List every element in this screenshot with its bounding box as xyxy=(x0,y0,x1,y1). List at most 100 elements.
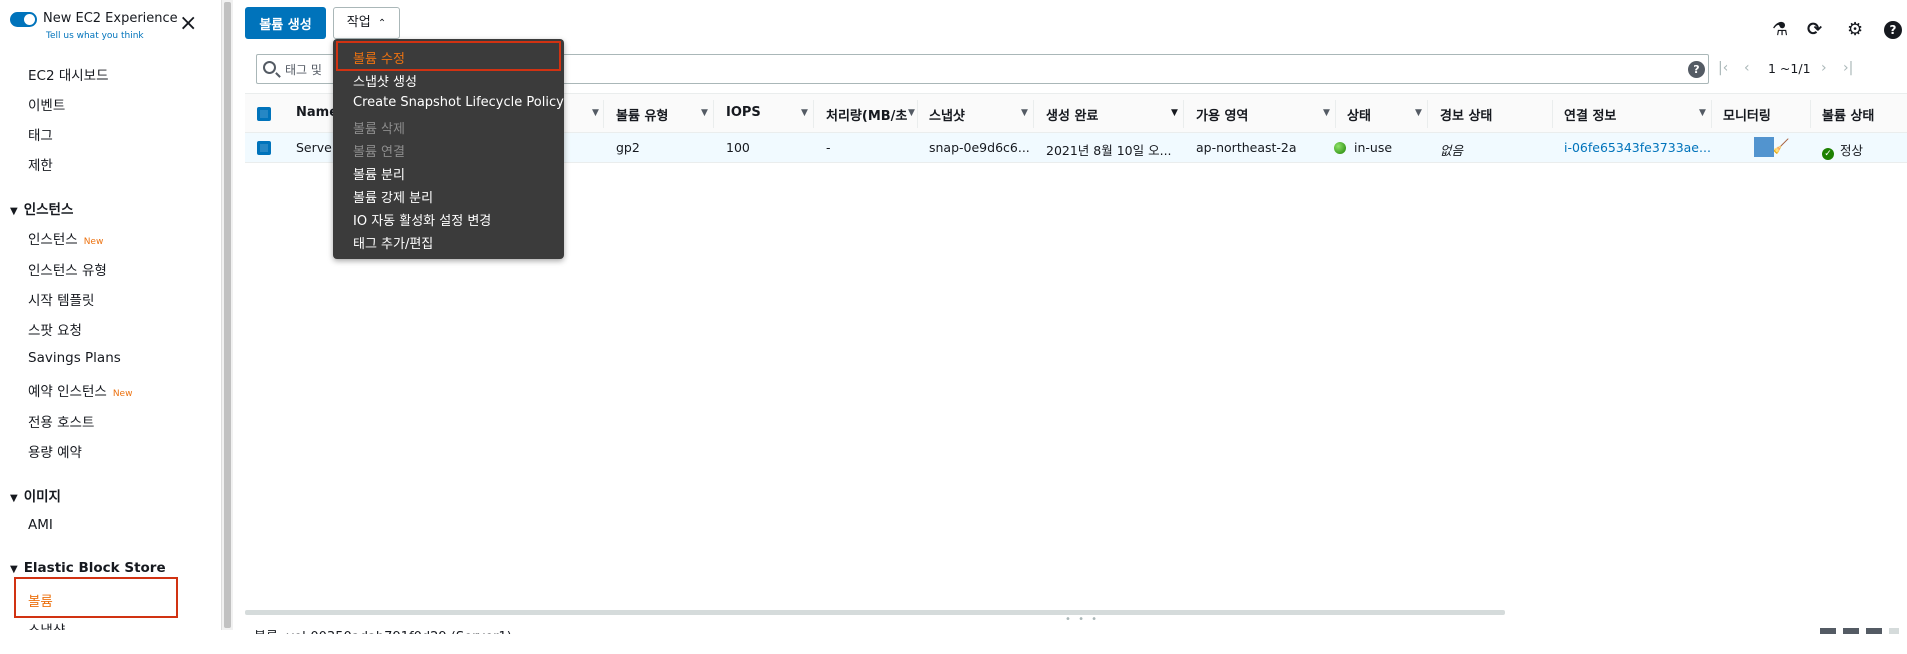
menu-item-detach-volume[interactable]: 볼륨 분리 xyxy=(353,164,405,183)
sidebar-item-launch-templates[interactable]: 시작 템플릿 xyxy=(28,289,94,309)
sort-icon[interactable]: ▼ xyxy=(1699,108,1706,118)
sidebar-section-instances[interactable]: ▼ 인스턴스 xyxy=(10,198,73,218)
check-circle-icon: ✓ xyxy=(1822,148,1834,160)
sort-icon[interactable]: ▼ xyxy=(592,108,599,118)
close-icon[interactable]: × xyxy=(179,13,197,35)
sidebar-section-images[interactable]: ▼ 이미지 xyxy=(10,485,61,505)
caret-down-icon: ▼ xyxy=(10,493,18,504)
cell-volume-status: ✓ 정상 xyxy=(1822,140,1863,160)
column-header-throughput[interactable]: 처리량(MB/초 xyxy=(826,105,908,124)
first-page-icon[interactable]: |‹ xyxy=(1718,60,1728,76)
row-checkbox[interactable] xyxy=(257,141,271,155)
column-header-volume-status[interactable]: 볼륨 상태 xyxy=(1822,105,1874,124)
broom-icon[interactable]: 🧹 xyxy=(1772,139,1789,155)
prev-page-icon[interactable]: ‹ xyxy=(1744,60,1750,76)
monitoring-chart-icon[interactable] xyxy=(1754,137,1774,157)
sidebar-item-instance-types[interactable]: 인스턴스 유형 xyxy=(28,259,107,279)
scroll-up-icon[interactable] xyxy=(1889,628,1899,634)
sidebar-item-dedicated-hosts[interactable]: 전용 호스트 xyxy=(28,411,94,431)
new-badge: New xyxy=(112,389,133,399)
sidebar-item-limits[interactable]: 제한 xyxy=(28,154,53,174)
sort-desc-icon[interactable]: ▼ xyxy=(1171,108,1178,118)
menu-item-create-snapshot[interactable]: 스냅샷 생성 xyxy=(353,71,417,90)
gear-icon[interactable]: ⚙ xyxy=(1847,19,1863,40)
sort-icon[interactable]: ▼ xyxy=(801,108,808,118)
cell-alarm-status: 없음 xyxy=(1440,143,1464,158)
volume-status-label: 정상 xyxy=(1840,143,1864,158)
next-page-icon[interactable]: › xyxy=(1821,60,1827,76)
flask-icon[interactable]: ⚗ xyxy=(1772,19,1788,40)
status-green-dot-icon xyxy=(1334,142,1346,154)
sidebar-section-ebs[interactable]: ▼ Elastic Block Store xyxy=(10,560,166,576)
column-divider xyxy=(1033,100,1034,128)
sort-icon[interactable]: ▼ xyxy=(701,108,708,118)
cell-name: Server xyxy=(296,140,337,155)
column-divider xyxy=(1552,100,1553,128)
feedback-link[interactable]: Tell us what you think xyxy=(46,31,144,41)
menu-item-modify-volume[interactable]: 볼륨 수정 xyxy=(353,48,405,67)
new-experience-toggle[interactable] xyxy=(10,12,37,27)
menu-item-auto-enable-io[interactable]: IO 자동 활성화 설정 변경 xyxy=(353,210,491,229)
sidebar-item-events[interactable]: 이벤트 xyxy=(28,94,65,114)
menu-item-add-edit-tags[interactable]: 태그 추가/편집 xyxy=(353,233,433,252)
panel-resize-handle[interactable]: • • • xyxy=(1065,614,1099,625)
pager-text: 1 ~1/1 xyxy=(1768,61,1811,76)
caret-down-icon: ▼ xyxy=(10,564,18,575)
cell-snapshot: snap-0e9d6c6... xyxy=(929,140,1030,155)
cell-created: 2021년 8월 10일 오... xyxy=(1046,143,1172,158)
column-divider xyxy=(713,100,714,128)
sidebar-item-instances[interactable]: 인스턴스 New xyxy=(28,228,103,248)
sidebar-scrollbar[interactable] xyxy=(221,0,233,630)
column-header-availability-zone[interactable]: 가용 영역 xyxy=(1196,105,1248,124)
sidebar-item-spot-requests[interactable]: 스팟 요청 xyxy=(28,319,82,339)
chevron-up-icon: ⌃ xyxy=(377,18,387,29)
select-all-checkbox[interactable] xyxy=(257,107,271,121)
menu-item-force-detach[interactable]: 볼륨 강제 분리 xyxy=(353,187,433,206)
column-divider xyxy=(1711,100,1712,128)
help-icon[interactable]: ? xyxy=(1884,21,1902,39)
actions-dropdown-menu: 볼륨 수정 스냅샷 생성 Create Snapshot Lifecycle P… xyxy=(333,39,564,259)
menu-item-create-lifecycle-policy[interactable]: Create Snapshot Lifecycle Policy xyxy=(353,95,564,110)
layout-bottom-icon[interactable] xyxy=(1866,628,1882,634)
cell-availability-zone: ap-northeast-2a xyxy=(1196,140,1297,155)
sidebar-item-ami[interactable]: AMI xyxy=(28,517,53,533)
section-title: 이미지 xyxy=(23,489,61,505)
attachment-link[interactable]: i-06fe65343fe3733ae... xyxy=(1564,140,1711,155)
sidebar-item-reserved-instances[interactable]: 예약 인스턴스 New xyxy=(28,380,132,400)
column-divider xyxy=(1335,100,1336,128)
column-header-snapshot[interactable]: 스냅샷 xyxy=(929,105,965,124)
sidebar-item-capacity-reservations[interactable]: 용량 예약 xyxy=(28,441,82,461)
horizontal-scrollbar[interactable] xyxy=(245,610,1505,615)
column-header-alarm-status[interactable]: 경보 상태 xyxy=(1440,105,1492,124)
sort-icon[interactable]: ▼ xyxy=(1415,108,1422,118)
column-header-monitoring[interactable]: 모니터링 xyxy=(1723,105,1771,124)
sort-icon[interactable]: ▼ xyxy=(1021,108,1028,118)
sort-icon[interactable]: ▼ xyxy=(1323,108,1330,118)
create-volume-button[interactable]: 볼륨 생성 xyxy=(245,7,326,39)
sort-icon[interactable]: ▼ xyxy=(908,108,915,118)
scrollbar-thumb[interactable] xyxy=(224,2,231,628)
column-header-attachment[interactable]: 연결 정보 xyxy=(1564,105,1616,124)
sidebar-item-savings-plans[interactable]: Savings Plans xyxy=(28,350,121,366)
column-divider xyxy=(813,100,814,128)
sidebar-item-tags[interactable]: 태그 xyxy=(28,124,53,144)
refresh-icon[interactable]: ⟳ xyxy=(1807,19,1822,40)
search-help-icon[interactable]: ? xyxy=(1688,61,1705,78)
column-header-state[interactable]: 상태 xyxy=(1347,105,1371,124)
search-placeholder: 태그 및 xyxy=(285,63,322,77)
layout-split-icon[interactable] xyxy=(1843,628,1859,634)
sidebar-item-dashboard[interactable]: EC2 대시보드 xyxy=(28,64,109,84)
search-icon xyxy=(263,61,276,74)
last-page-icon[interactable]: ›| xyxy=(1843,60,1853,76)
actions-button[interactable]: 작업 ⌃ xyxy=(333,7,400,39)
column-header-volume-type[interactable]: 볼륨 유형 xyxy=(616,105,668,124)
sidebar: New EC2 Experience Tell us what you thin… xyxy=(0,0,221,630)
section-title: Elastic Block Store xyxy=(23,560,166,576)
sidebar-item-snapshots[interactable]: 스냅샷 xyxy=(28,619,65,630)
column-header-name[interactable]: Name xyxy=(296,105,338,120)
layout-full-icon[interactable] xyxy=(1820,628,1836,634)
sidebar-item-label: 예약 인스턴스 xyxy=(28,384,107,400)
column-header-created[interactable]: 생성 완료 xyxy=(1046,105,1098,124)
column-divider xyxy=(1183,100,1184,128)
column-header-iops[interactable]: IOPS xyxy=(726,105,761,120)
